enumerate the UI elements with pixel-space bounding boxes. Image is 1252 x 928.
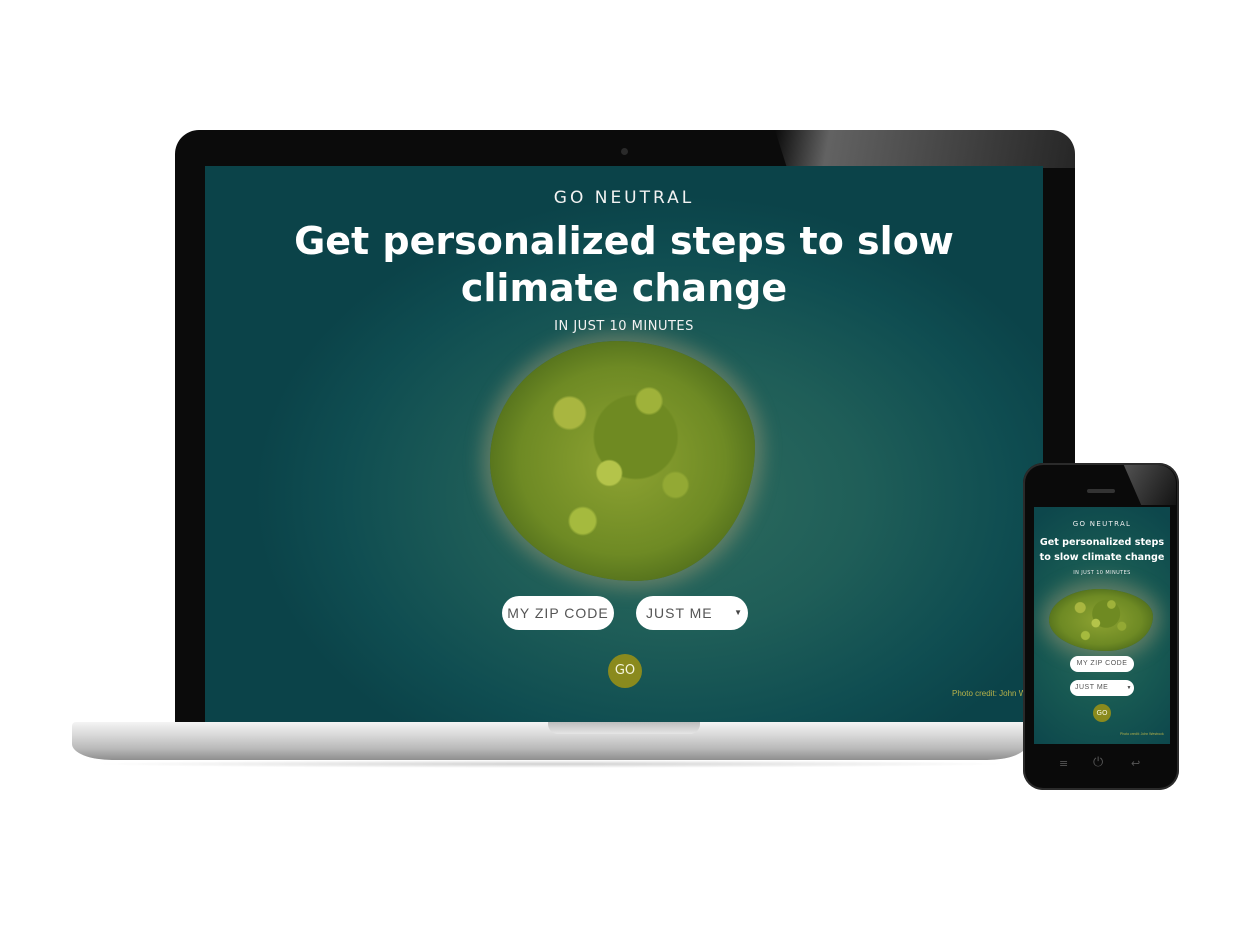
phone-speaker — [1087, 489, 1115, 493]
household-select[interactable]: JUST ME ▼ — [636, 596, 748, 630]
phone-glare — [1123, 465, 1176, 505]
page-subtitle: IN JUST 10 MINUTES — [1073, 570, 1131, 576]
island-image — [1049, 589, 1153, 651]
zip-code-button[interactable]: MY ZIP CODE — [502, 596, 614, 630]
household-select-value: JUST ME — [1075, 684, 1109, 691]
laptop-base — [72, 722, 1027, 760]
island-image — [490, 341, 755, 581]
back-icon[interactable]: ↩ — [1131, 757, 1140, 770]
lid-glare — [775, 130, 1075, 168]
brand-label: GO NEUTRAL — [1072, 520, 1132, 528]
webcam-icon — [621, 148, 628, 155]
go-button[interactable]: GO — [1093, 704, 1111, 722]
household-select[interactable]: JUST ME ▼ — [1070, 680, 1134, 696]
household-select-value: JUST ME — [646, 605, 713, 621]
power-icon[interactable]: ⏻ — [1093, 755, 1103, 770]
page-title: Get personalized steps to slow climate c… — [1039, 537, 1165, 563]
laptop-shadow — [90, 760, 1010, 768]
laptop-notch — [548, 722, 700, 734]
page-title: Get personalized steps to slow climate c… — [294, 219, 954, 310]
photo-credit: Photo credit: John Westrock — [1120, 732, 1164, 736]
brand-label: GO NEUTRAL — [553, 188, 695, 208]
dropdown-caret-icon: ▼ — [734, 608, 743, 617]
go-button[interactable]: GO — [608, 654, 642, 688]
page-subtitle: IN JUST 10 MINUTES — [554, 319, 694, 334]
phone-screen: GO NEUTRAL Get personalized steps to slo… — [1034, 507, 1170, 744]
menu-icon[interactable]: ≡ — [1059, 757, 1068, 770]
zip-code-button[interactable]: MY ZIP CODE — [1070, 656, 1134, 672]
laptop-screen: GO NEUTRAL Get personalized steps to slo… — [205, 166, 1043, 724]
dropdown-caret-icon: ▼ — [1126, 685, 1132, 691]
